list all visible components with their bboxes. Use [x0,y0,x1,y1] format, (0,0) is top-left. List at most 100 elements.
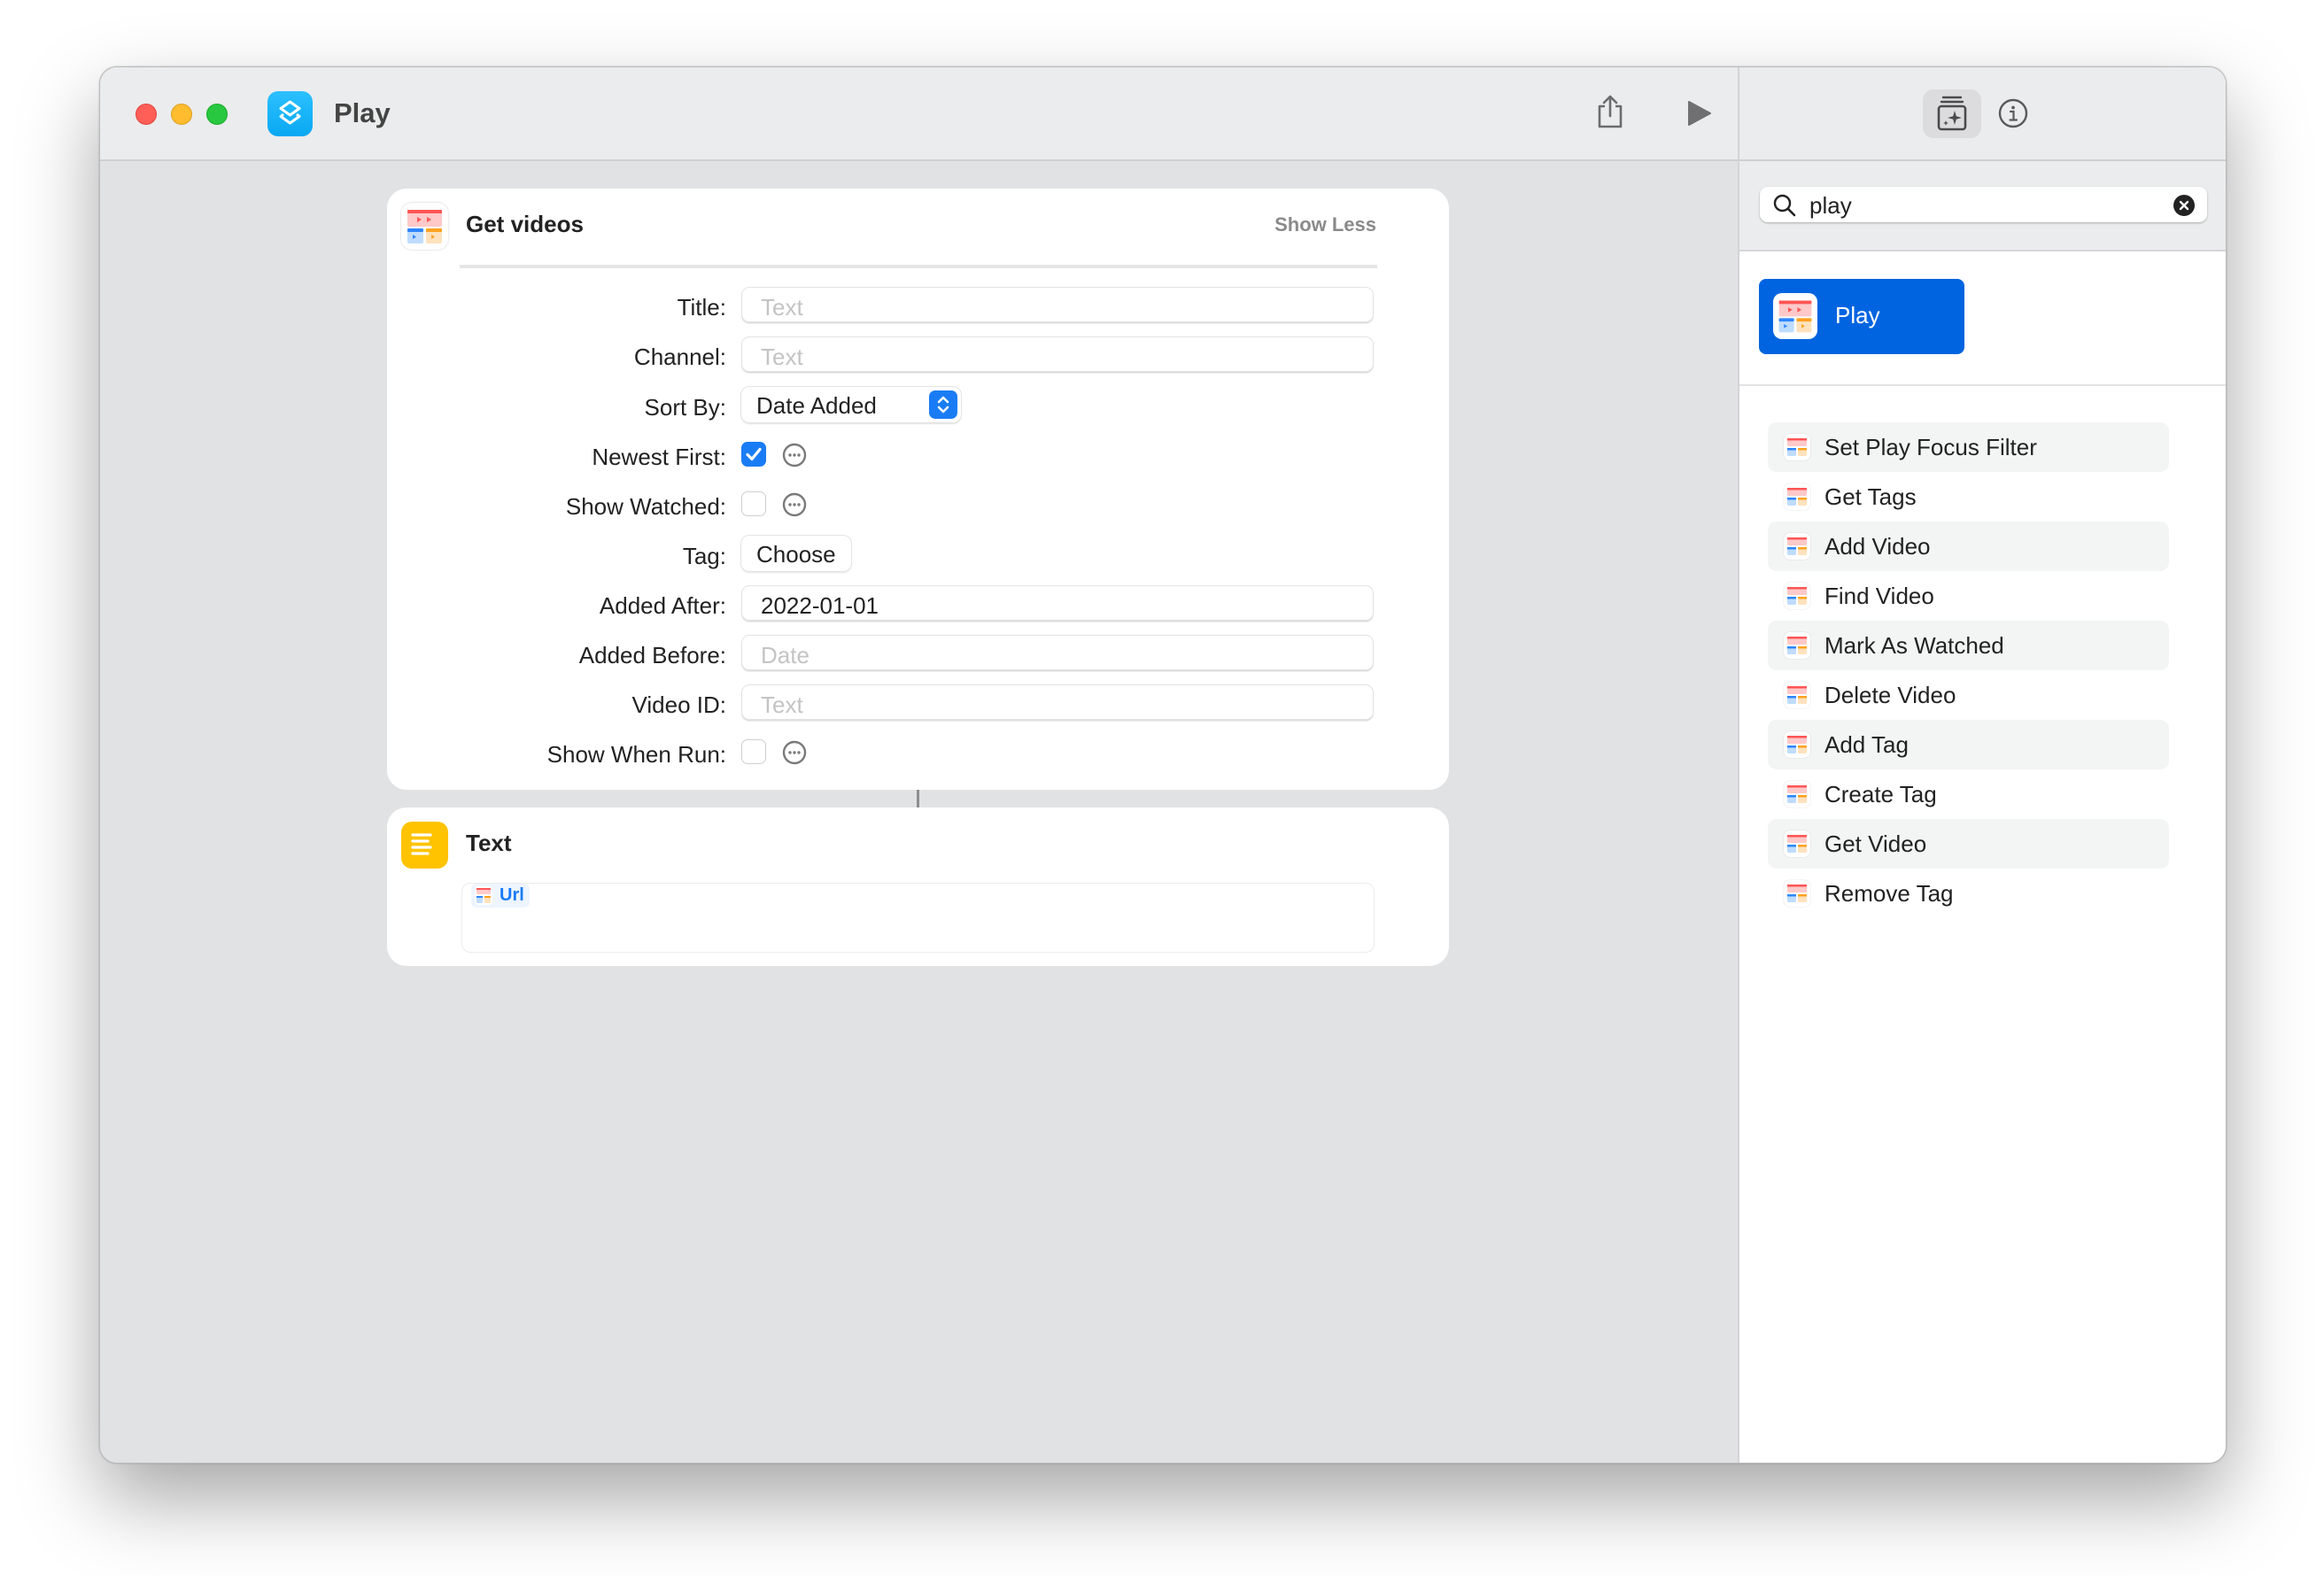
url-variable-token[interactable]: Url [471,884,530,908]
added-after-field[interactable]: 2022-01-01 [741,585,1374,621]
show-watched-checkbox[interactable] [741,491,766,516]
titlebar: Play [100,67,1738,161]
choose-tag-button[interactable]: Choose [741,536,851,571]
zoom-button[interactable] [206,104,228,125]
added-before-placeholder: Date [761,642,810,668]
action-list-item[interactable]: Remove Tag [1768,869,2169,918]
action-list-item-label: Remove Tag [1824,880,1954,907]
chevron-updown-icon [929,390,957,419]
channel-label: Channel: [633,344,726,370]
show-when-run-row: Show When Run: [387,734,1449,771]
show-when-run-checkbox[interactable] [741,739,766,764]
action-list-item[interactable]: Add Video [1768,521,2169,571]
title-placeholder: Text [761,294,803,321]
play-app-icon [1784,880,1810,907]
video-id-row: Video ID: Text [387,684,1449,722]
action-library-button[interactable] [1923,89,1981,138]
action-list-item-label: Mark As Watched [1824,632,2004,659]
minimize-button[interactable] [171,104,192,125]
newest-first-label: Newest First: [592,444,726,470]
action-list-item-label: Create Tag [1824,781,1937,807]
sidebar-divider [1739,384,2226,386]
play-app-icon [1784,533,1810,560]
channel-field[interactable]: Text [741,336,1374,372]
video-id-field[interactable]: Text [741,684,1374,720]
tag-row: Tag: Choose [387,536,1449,573]
search-input[interactable]: play [1760,187,2207,222]
sidebar-toolbar [1739,67,2226,161]
text-icon [401,822,448,869]
action-list-item[interactable]: Add Tag [1768,720,2169,769]
video-id-placeholder: Text [761,691,803,718]
shortcuts-window: Play Get videos Show Less Title: Text Ch… [99,66,2227,1464]
header-divider [460,265,1377,268]
action-list-item-label: Find Video [1824,583,1934,609]
action-title: Text [466,830,512,856]
action-list-item[interactable]: Mark As Watched [1768,621,2169,670]
added-after-row: Added After: 2022-01-01 [387,585,1449,622]
added-after-label: Added After: [599,592,726,619]
title-field[interactable]: Text [741,287,1374,322]
action-connector [917,790,919,807]
close-button[interactable] [136,104,157,125]
action-list-item-label: Get Video [1824,830,1927,857]
title-label: Title: [677,294,726,321]
window-title[interactable]: Play [334,97,391,129]
action-list-item-label: Add Tag [1824,731,1909,758]
editor-canvas: Get videos Show Less Title: Text Channel… [100,161,1738,1463]
sort-by-popup[interactable]: Date Added [741,387,961,422]
action-list-item[interactable]: Delete Video [1768,670,2169,720]
show-watched-row: Show Watched: [387,486,1449,523]
text-action[interactable]: Text Url [387,807,1449,966]
action-library-icon [1937,96,1967,131]
action-list-item-label: Add Video [1824,533,1931,560]
play-app-icon [1784,781,1810,807]
show-less-button[interactable]: Show Less [1274,213,1376,236]
play-app-icon [1784,682,1810,708]
play-icon[interactable] [1687,100,1712,131]
shortcut-icon[interactable] [267,91,313,136]
sort-by-label: Sort By: [644,394,726,421]
play-app-icon [1784,830,1810,857]
action-title: Get videos [466,211,584,237]
search-area: play [1739,161,2226,251]
more-options-icon[interactable] [782,492,807,521]
action-list-item[interactable]: Get Video [1768,819,2169,869]
get-videos-action[interactable]: Get videos Show Less Title: Text Channel… [387,189,1449,790]
info-icon[interactable] [1998,98,2028,133]
newest-first-row: Newest First: [387,436,1449,474]
app-filter-play[interactable]: Play [1759,279,1964,354]
action-list-item[interactable]: Set Play Focus Filter [1768,422,2169,472]
play-app-icon [1784,583,1810,609]
channel-placeholder: Text [761,344,803,370]
channel-row: Channel: Text [387,336,1449,374]
play-app-icon [1784,434,1810,460]
play-app-icon [1784,632,1810,659]
play-app-icon [1784,483,1810,510]
action-list-item[interactable]: Create Tag [1768,769,2169,819]
action-list-item-label: Delete Video [1824,682,1956,708]
text-field[interactable]: Url [461,883,1375,953]
action-list: Set Play Focus Filter Get Tags Add Video Fi… [1768,422,2169,918]
action-sidebar: play Play Set Play Focus Filter Get Tags… [1738,67,2226,1463]
more-options-icon[interactable] [782,443,807,472]
newest-first-checkbox[interactable] [741,442,766,467]
sort-by-value: Date Added [756,392,877,419]
play-app-icon [1773,293,1817,339]
choose-tag-label: Choose [756,541,836,568]
action-list-item[interactable]: Get Tags [1768,472,2169,521]
search-icon [1772,193,1797,222]
added-before-field[interactable]: Date [741,635,1374,670]
title-row: Title: Text [387,287,1449,324]
play-app-icon [401,203,448,250]
action-list-item-label: Set Play Focus Filter [1824,434,2037,460]
url-token-label: Url [500,885,524,905]
share-icon[interactable] [1596,94,1624,134]
video-id-label: Video ID: [631,691,726,718]
play-app-icon [475,886,492,905]
action-list-item[interactable]: Find Video [1768,571,2169,621]
action-list-item-label: Get Tags [1824,483,1917,510]
added-before-row: Added Before: Date [387,635,1449,672]
clear-icon[interactable] [2173,195,2195,220]
more-options-icon[interactable] [782,740,807,769]
